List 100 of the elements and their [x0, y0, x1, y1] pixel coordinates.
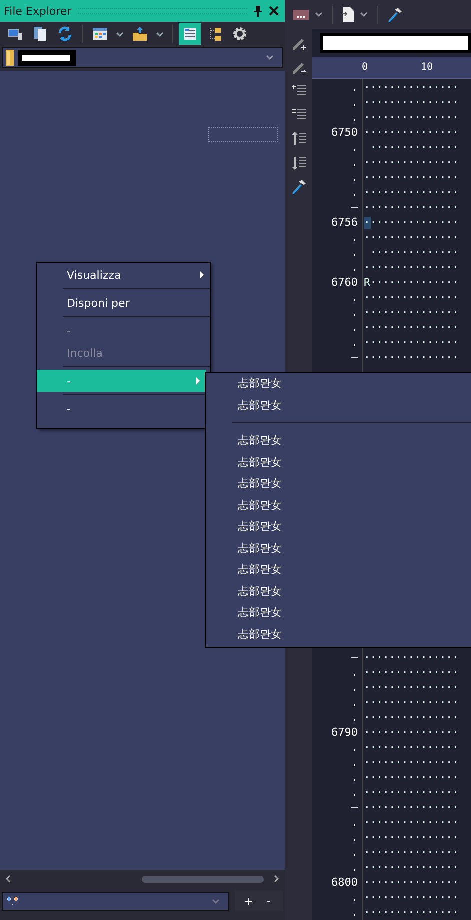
data-row: ··············· [364, 202, 459, 214]
panel-title: File Explorer [4, 4, 72, 18]
data-row: ··············· [364, 186, 459, 198]
line-number: 6800 [330, 876, 359, 889]
data-row: ··············· [364, 772, 459, 784]
data-row: ··············· [364, 726, 459, 738]
line-number: – [350, 201, 359, 214]
data-row: ··············· [364, 712, 459, 724]
folder-up-icon [132, 26, 148, 42]
hammer-icon[interactable] [290, 179, 306, 195]
caret-icon [212, 898, 220, 904]
menu-item[interactable]: 忐部뫈女 [206, 602, 471, 624]
submenu-arrow-icon [196, 377, 200, 385]
data-row: ··············· [364, 696, 459, 708]
menu-item[interactable]: 忐部뫈女 [206, 624, 471, 645]
line-number: . [350, 171, 359, 184]
data-row: ··············· [364, 652, 459, 664]
line-number: . [350, 681, 359, 694]
line-number: . [350, 336, 359, 349]
data-row: ··············· [364, 892, 459, 904]
data-row: ··············· [364, 832, 459, 844]
data-row: ··············· [364, 862, 459, 874]
menu-item[interactable]: 忐部뫈女 [206, 394, 471, 416]
computer-icon [7, 27, 23, 41]
line-number: . [350, 141, 359, 154]
line-number: . [350, 771, 359, 784]
data-row: ··············· [364, 876, 459, 888]
data-row: ··············· [364, 666, 459, 678]
line-number: . [350, 846, 359, 859]
menu-item[interactable]: 忐部뫈女 [206, 373, 471, 394]
caret-icon [116, 32, 124, 36]
document-icon[interactable] [342, 7, 354, 22]
add-button[interactable]: + [241, 891, 257, 911]
menu-item[interactable]: 忐部뫈女 [206, 580, 471, 602]
line-number: 6750 [330, 126, 359, 139]
ruler-label: 0 [362, 62, 368, 73]
down-icon[interactable] [290, 155, 306, 171]
line-number: . [350, 816, 359, 829]
data-row: ··············· [364, 112, 459, 124]
line-number: . [350, 711, 359, 724]
menu-item[interactable]: Disponi per [37, 292, 210, 314]
line-number: . [350, 861, 359, 874]
menu-item[interactable]: Visualizza [37, 264, 210, 286]
refresh-icon [57, 26, 73, 42]
menu-item[interactable]: 忐部뫈女 [206, 494, 471, 516]
list-button[interactable] [179, 23, 201, 45]
menu-item[interactable]: 忐部뫈女 [206, 473, 471, 494]
folder-icon [6, 50, 14, 66]
line-number: . [350, 81, 359, 94]
pin-icon[interactable] [253, 5, 263, 17]
data-row-text: ·············· [369, 246, 459, 258]
hammer-icon[interactable] [387, 6, 403, 22]
ellipsis-button-icon[interactable] [293, 10, 309, 20]
data-row: ··············· [364, 172, 459, 184]
data-row: ··············· [364, 846, 459, 858]
ruler-label: 10 [421, 62, 434, 73]
path-combo[interactable] [2, 47, 283, 68]
data-row: ··············· [364, 262, 459, 274]
line-number: 6760 [330, 276, 359, 289]
data-row: ··············· [364, 126, 459, 138]
tree-view-icon [208, 26, 222, 42]
line-number: . [350, 756, 359, 769]
line-number: . [350, 786, 359, 799]
data-row: ··············· [364, 82, 459, 94]
data-row: ··············· [364, 216, 459, 228]
close-icon[interactable] [269, 6, 279, 16]
caret-icon[interactable] [360, 12, 368, 17]
data-row: ··············· [364, 756, 459, 768]
line-number: . [350, 306, 359, 319]
pages-icon [33, 26, 47, 42]
caret-icon[interactable] [315, 12, 323, 17]
line-number: . [350, 906, 359, 919]
data-row: ··············· [364, 906, 459, 918]
menu-item[interactable]: 忐部뫈女 [206, 559, 471, 580]
menu-item[interactable]: 忐部뫈女 [206, 516, 471, 538]
selection-rectangle [208, 127, 278, 142]
caret-icon [266, 55, 274, 60]
data-row: ··············· [364, 336, 459, 348]
data-row: ··············· [364, 322, 459, 334]
data-row: ··············· [364, 352, 459, 364]
scroll-left-icon[interactable] [6, 875, 11, 883]
caret-icon [156, 32, 164, 36]
line-number: . [350, 156, 359, 169]
menu-item[interactable]: 忐部뫈女 [206, 430, 471, 452]
line-number: . [350, 831, 359, 844]
remove-button[interactable]: - [261, 891, 277, 911]
line-number: . [350, 741, 359, 754]
scrollbar-thumb[interactable] [142, 876, 264, 882]
line-number: . [350, 891, 359, 904]
data-row: ··············· [364, 232, 459, 244]
menu-item[interactable]: 忐部뫈女 [206, 452, 471, 473]
line-number: 6756 [330, 216, 359, 229]
scroll-right-icon[interactable] [274, 875, 279, 883]
line-number: . [350, 666, 359, 679]
data-row: R·············· [364, 276, 459, 288]
data-row: ··············· [364, 156, 459, 168]
data-row: ··············· [364, 306, 459, 318]
menu-item[interactable]: 忐部뫈女 [206, 538, 471, 559]
line-number: . [350, 291, 359, 304]
up-icon[interactable] [290, 131, 306, 147]
